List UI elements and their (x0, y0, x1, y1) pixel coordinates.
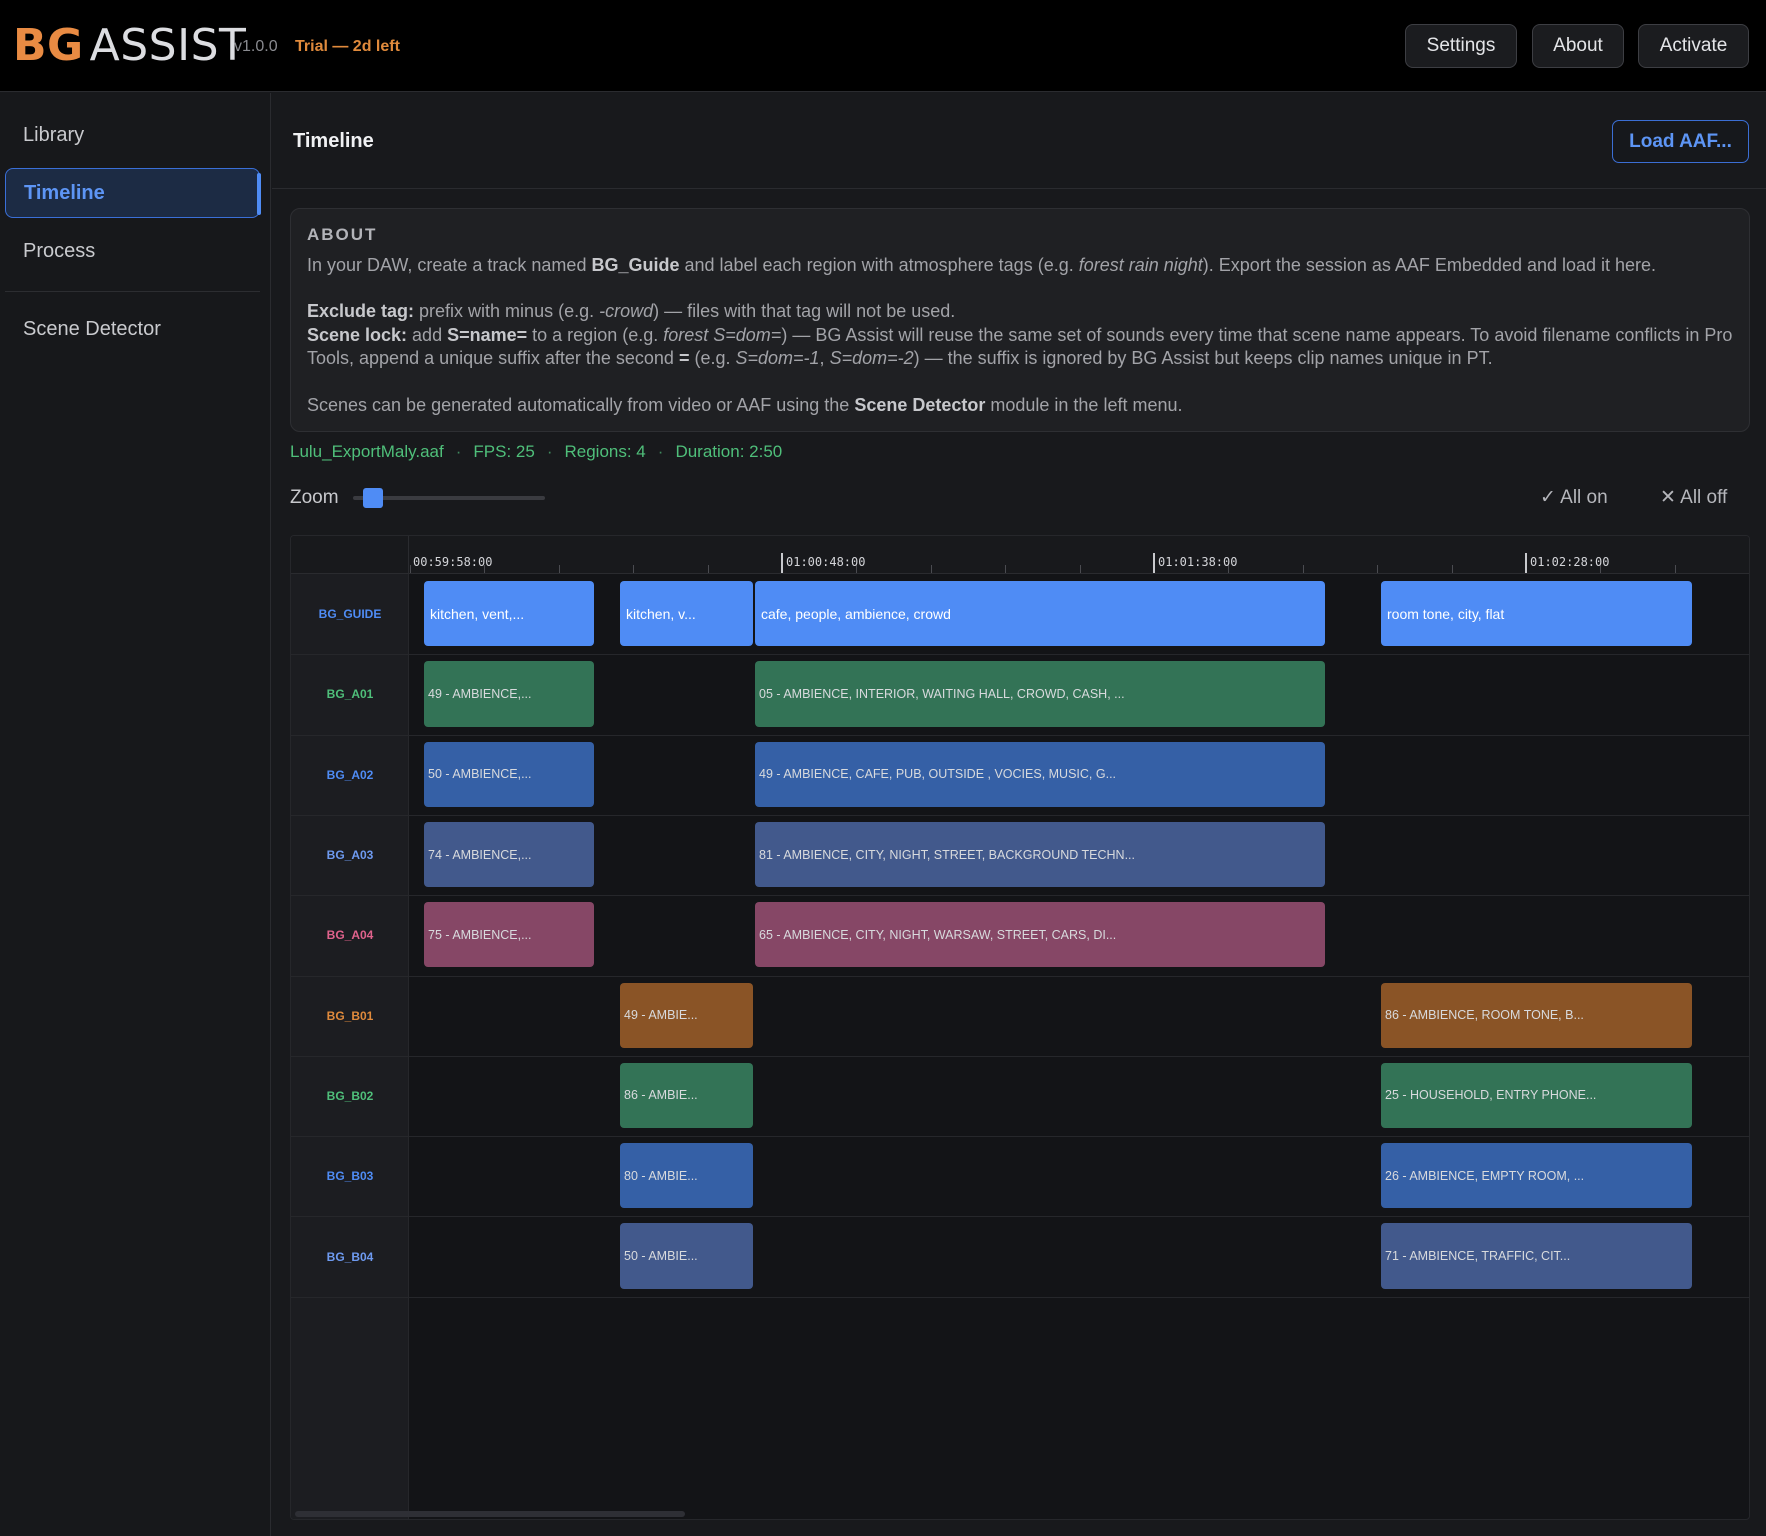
ruler-tick (410, 565, 411, 573)
sidebar-item-library[interactable]: Library (5, 110, 260, 160)
top-bar: BG ASSIST v1.0.0 Trial — 2d left Settings… (0, 0, 1766, 92)
sidebar: Library Timeline Process Scene Detector (0, 93, 271, 1536)
about-paragraph-exclude: Exclude tag: prefix with minus (e.g. -cr… (307, 301, 956, 321)
ruler-tick (1451, 565, 1453, 573)
about-paragraph-intro: In your DAW, create a track named BG_Gui… (307, 254, 1657, 275)
fps-value: FPS: 25 (473, 442, 535, 461)
sidebar-item-process[interactable]: Process (5, 226, 260, 276)
guide-region[interactable]: cafe, people, ambience, crowd (755, 581, 1325, 647)
ruler-tick (1377, 565, 1379, 573)
duration-value: Duration: 2:50 (675, 442, 783, 461)
file-name: Lulu_ExportMaly.aaf (290, 442, 444, 461)
track-divider (291, 1296, 1749, 1298)
about-heading: ABOUT (307, 225, 378, 244)
brand-assist: ASSIST (89, 20, 247, 71)
sidebar-divider (5, 291, 260, 292)
ruler-major-tick (1525, 553, 1527, 573)
about-panel: ABOUT In your DAW, create a track named … (290, 208, 1750, 432)
timeline-view[interactable]: 00:59:58:00 01:00:48:00 01:01:38:00 01:02:2… (290, 535, 1750, 1520)
ruler-time-label: 00:59:58:00 (413, 555, 493, 569)
track-clip[interactable]: 49 - AMBIE... (620, 982, 753, 1048)
brand-bg: BG (13, 20, 84, 71)
track-divider (291, 975, 1749, 977)
track-clip[interactable]: 50 - AMBIENCE,... (424, 741, 594, 807)
track-label-bg_b02[interactable]: BG_B02 (291, 1056, 409, 1136)
settings-button[interactable]: Settings (1405, 24, 1517, 68)
track-label-bg_a02[interactable]: BG_A02 (291, 735, 409, 815)
track-label-bg_b03[interactable]: BG_B03 (291, 1136, 409, 1216)
track-clip[interactable]: 49 - AMBIENCE,... (424, 661, 594, 727)
ruler-tick (1674, 565, 1676, 573)
zoom-label: Zoom (290, 487, 339, 508)
ruler-tick (707, 565, 709, 573)
activate-button[interactable]: Activate (1638, 24, 1749, 68)
ruler-tick (1302, 565, 1304, 573)
track-clip[interactable]: 81 - AMBIENCE, CITY, NIGHT, STREET, BACK… (755, 821, 1325, 888)
track-clip[interactable]: 74 - AMBIENCE,... (424, 821, 594, 888)
track-clip[interactable]: 86 - AMBIENCE, ROOM TONE, B... (1381, 982, 1692, 1048)
track-clip[interactable]: 49 - AMBIENCE, CAFE, PUB, OUTSIDE , VOCI… (755, 741, 1325, 807)
track-clip[interactable]: 05 - AMBIENCE, INTERIOR, WAITING HALL, C… (755, 661, 1325, 727)
track-label-bg_a03[interactable]: BG_A03 (291, 815, 409, 895)
ruler-tick (930, 565, 932, 573)
time-ruler[interactable]: 00:59:58:00 01:00:48:00 01:01:38:00 01:02:2… (409, 536, 1749, 574)
track-divider (291, 1216, 1749, 1218)
ruler-major-tick (1153, 553, 1155, 573)
sidebar-item-timeline[interactable]: Timeline (5, 168, 261, 218)
track-label-bg_a01[interactable]: BG_A01 (291, 654, 409, 734)
track-divider (291, 1136, 1749, 1138)
app-logo: BG ASSIST (13, 20, 246, 71)
guide-region[interactable]: kitchen, vent,... (424, 581, 594, 647)
load-aaf-button[interactable]: Load AAF... (1612, 120, 1749, 163)
ruler-time-label: 01:02:28:00 (1530, 555, 1610, 569)
track-divider (291, 654, 1749, 656)
about-button[interactable]: About (1532, 24, 1624, 68)
track-divider (291, 1055, 1749, 1057)
guide-region[interactable]: kitchen, v... (620, 581, 753, 647)
track-clip[interactable]: 86 - AMBIE... (620, 1062, 753, 1129)
sidebar-item-scene-detector[interactable]: Scene Detector (5, 304, 260, 354)
track-divider (291, 814, 1749, 816)
about-paragraph-scene-lock: Scene lock: add S=name= to a region (e.g… (307, 324, 1733, 369)
ruler-tick (1079, 565, 1081, 573)
track-label-bg_a04[interactable]: BG_A04 (291, 895, 409, 975)
track-clip[interactable]: 71 - AMBIENCE, TRAFFIC, CIT... (1381, 1223, 1692, 1289)
zoom-slider-handle[interactable] (362, 488, 383, 508)
header-divider (272, 188, 1766, 189)
track-clip[interactable]: 75 - AMBIENCE,... (424, 902, 594, 968)
horizontal-scrollbar[interactable] (295, 1511, 685, 1517)
track-label-bg_b01[interactable]: BG_B01 (291, 976, 409, 1056)
guide-region[interactable]: room tone, city, flat (1381, 581, 1692, 647)
trial-badge: Trial — 2d left (295, 38, 400, 55)
track-divider (291, 895, 1749, 897)
version-label: v1.0.0 (234, 38, 278, 55)
ruler-tick (1005, 565, 1007, 573)
ruler-tick (633, 565, 635, 573)
track-clip[interactable]: 80 - AMBIE... (620, 1143, 753, 1209)
file-info: Lulu_ExportMaly.aaf · FPS: 25 · Regions: 4 · D… (290, 442, 783, 461)
track-clip[interactable]: 65 - AMBIENCE, CITY, NIGHT, WARSAW, STRE… (755, 902, 1325, 968)
regions-count: Regions: 4 (564, 442, 646, 461)
track-clip[interactable]: 26 - AMBIENCE, EMPTY ROOM, ... (1381, 1143, 1692, 1209)
all-off-button[interactable]: ✕ All off (1660, 486, 1727, 509)
ruler-tick (558, 565, 560, 573)
ruler-time-label: 01:00:48:00 (786, 555, 866, 569)
track-divider (291, 734, 1749, 736)
ruler-time-label: 01:01:38:00 (1158, 555, 1238, 569)
track-clip[interactable]: 25 - HOUSEHOLD, ENTRY PHONE... (1381, 1062, 1692, 1129)
page-title: Timeline (293, 130, 374, 152)
all-on-button[interactable]: ✓ All on (1540, 486, 1608, 509)
ruler-major-tick (781, 553, 783, 573)
track-clip[interactable]: 50 - AMBIE... (620, 1223, 753, 1289)
track-label-bg_b04[interactable]: BG_B04 (291, 1216, 409, 1296)
ruler-corner (291, 536, 409, 574)
about-paragraph-scenes: Scenes can be generated automatically fr… (307, 394, 1183, 415)
track-label-bg_guide[interactable]: BG_GUIDE (291, 574, 409, 654)
